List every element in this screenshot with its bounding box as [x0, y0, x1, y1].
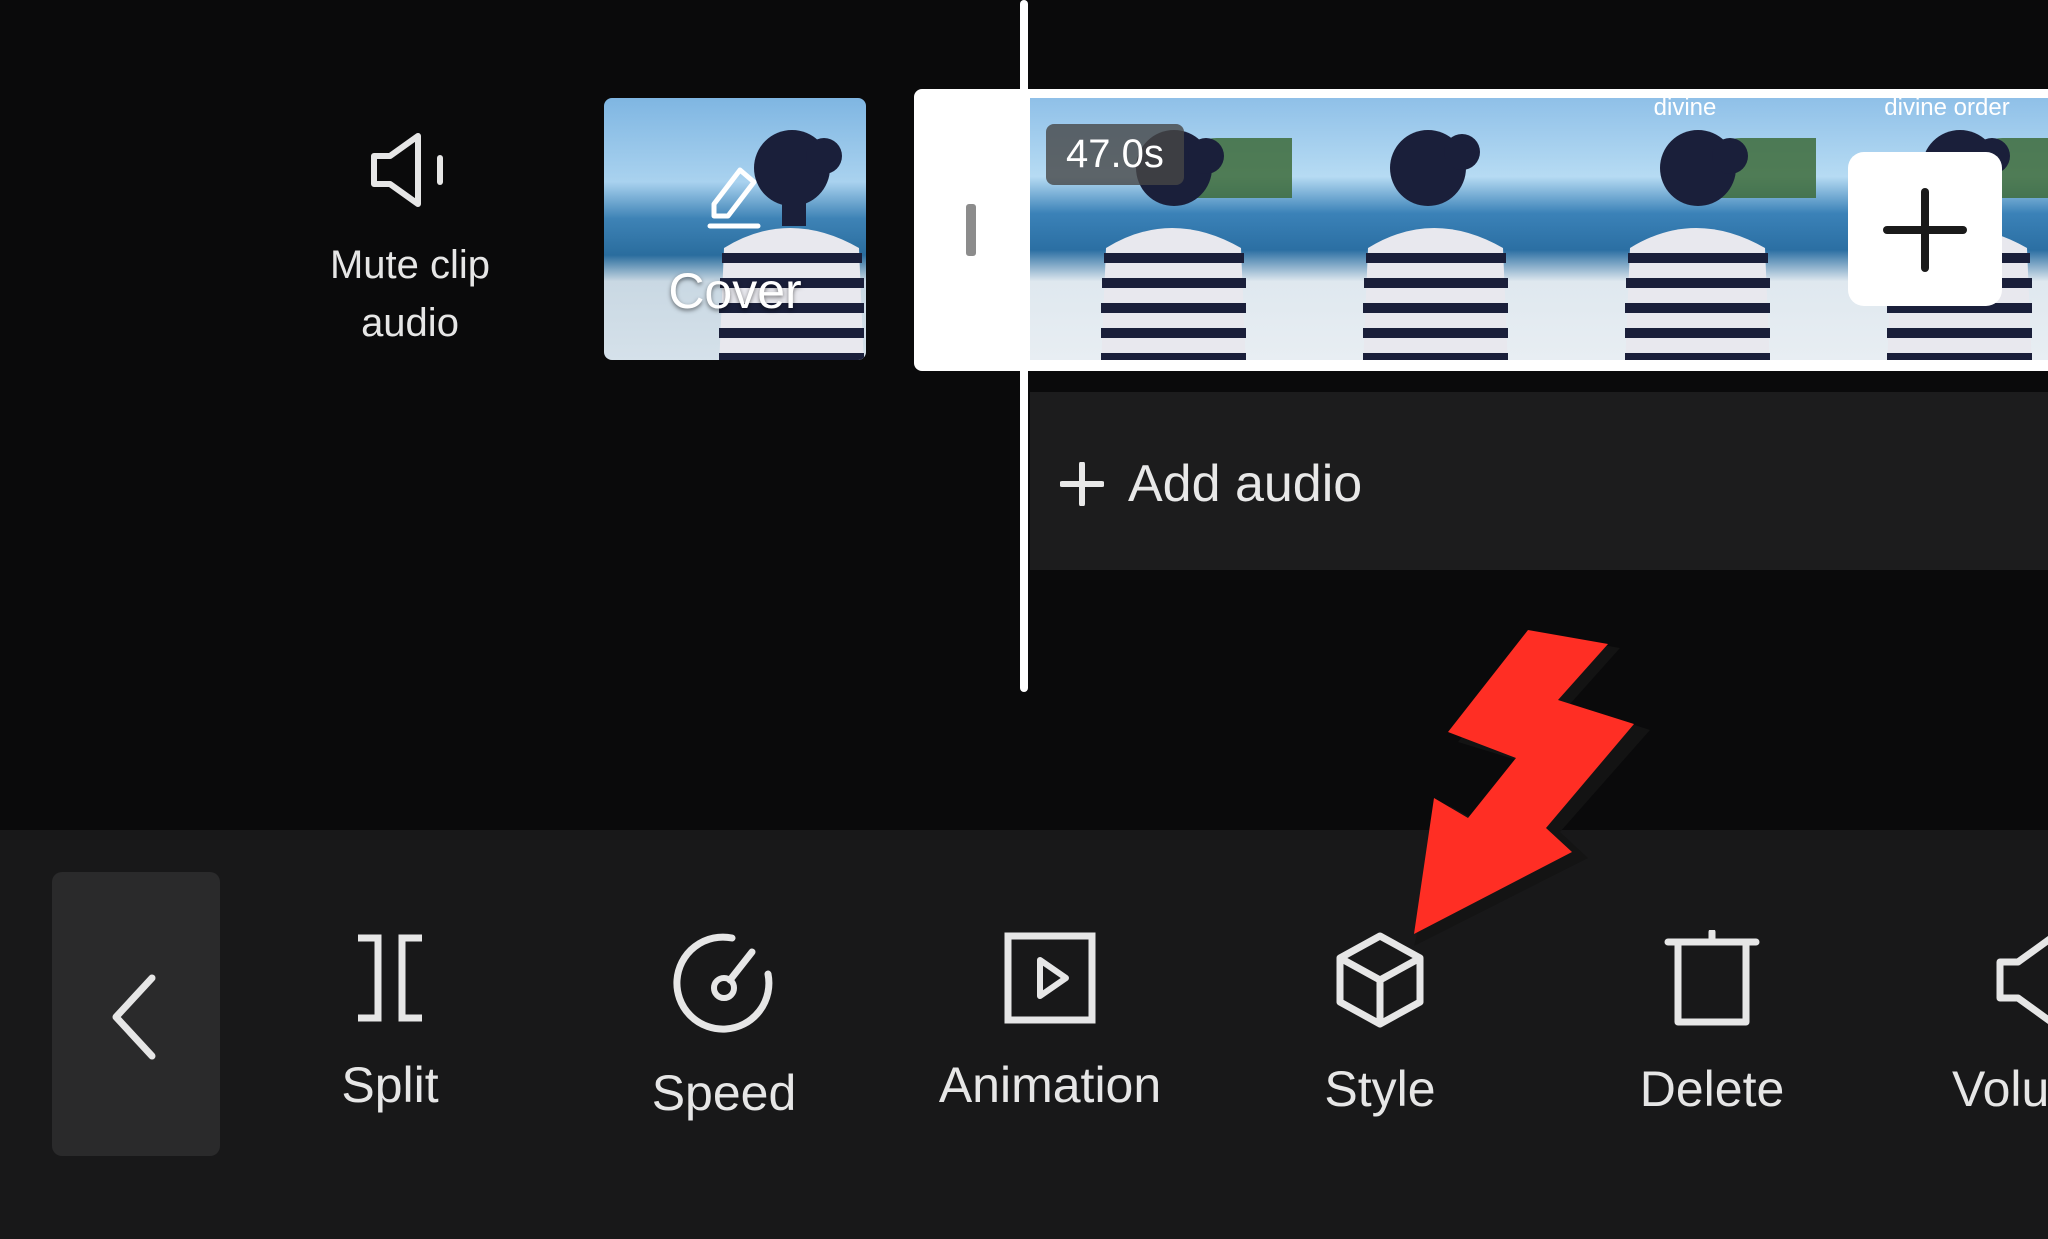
animation-label: Animation: [938, 1057, 1162, 1113]
cover-label: Cover: [668, 263, 802, 319]
delete-button[interactable]: Delete: [1582, 930, 1842, 1118]
speaker-icon: [1996, 936, 2048, 1024]
split-label: Split: [341, 1057, 439, 1113]
add-clip-button[interactable]: [1848, 152, 2002, 306]
split-icon: [358, 934, 422, 1022]
speaker-icon: [371, 133, 443, 207]
clip-trim-handle[interactable]: [966, 204, 976, 256]
clip-duration-badge: 47.0s: [1046, 124, 1184, 185]
back-button[interactable]: [52, 872, 220, 1156]
clip-frame: divine: [1554, 98, 1816, 360]
style-button[interactable]: Style: [1250, 930, 1510, 1118]
pencil-icon: [707, 167, 761, 229]
clip-frame: [1292, 98, 1554, 360]
plus-icon: [1883, 188, 1967, 272]
add-audio-label: Add audio: [1128, 455, 1363, 513]
add-audio-button[interactable]: Add audio: [1030, 392, 2048, 570]
cover-button[interactable]: Cover: [604, 98, 866, 360]
animation-button[interactable]: Animation: [920, 930, 1180, 1114]
speed-label: Speed: [651, 1065, 797, 1121]
play-frame-icon: [1004, 932, 1096, 1024]
delete-label: Delete: [1639, 1061, 1785, 1117]
style-label: Style: [1324, 1061, 1436, 1117]
mute-clip-audio-label: Mute clip audio: [329, 243, 491, 345]
plus-icon: [1060, 462, 1104, 506]
mute-clip-audio-button[interactable]: Mute clip audio: [290, 130, 530, 352]
chevron-left-icon: [112, 974, 156, 1060]
trash-icon: [1664, 930, 1760, 1026]
playhead[interactable]: [1020, 0, 1028, 692]
volume-label: Volu: [1952, 1061, 2048, 1117]
speedometer-icon: [673, 933, 773, 1033]
cover-thumbnail-image: [719, 130, 864, 360]
volume-button[interactable]: Volu: [1952, 930, 2048, 1118]
speed-button[interactable]: Speed: [594, 930, 854, 1122]
red-arrow-icon: [1414, 630, 1650, 946]
split-button[interactable]: Split: [260, 930, 520, 1114]
